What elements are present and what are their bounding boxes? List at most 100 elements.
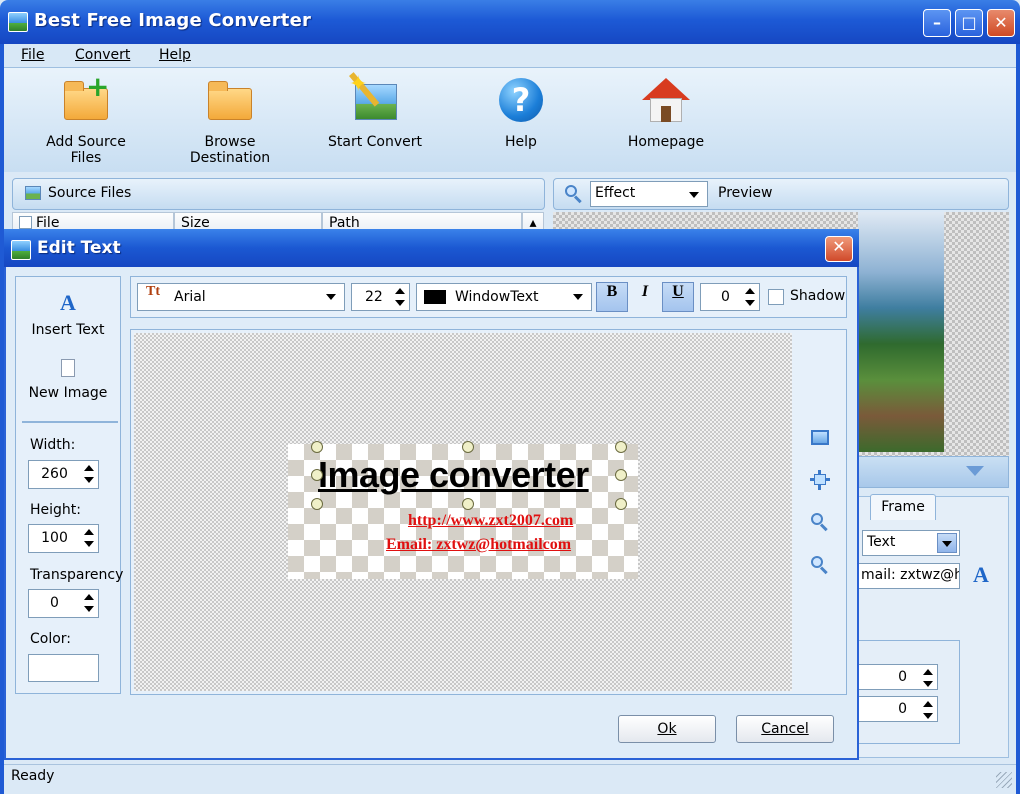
help-icon: ? [495, 74, 547, 126]
homepage-button[interactable]: Homepage [626, 74, 706, 150]
canvas-email-text[interactable]: Email: zxtwz@hotmailcom [386, 536, 571, 554]
chevron-down-icon [942, 541, 952, 547]
spin-field-1[interactable]: 0 [858, 664, 938, 690]
dialog-title: Edit Text [37, 238, 121, 258]
resize-handle[interactable] [615, 469, 627, 481]
spinner-arrows-icon[interactable] [84, 529, 94, 549]
close-icon[interactable]: ✕ [987, 9, 1015, 37]
menu-help[interactable]: Help [159, 47, 191, 63]
text-style-icon[interactable]: A [973, 562, 989, 588]
spinner-arrows-icon[interactable] [923, 669, 933, 689]
effect-select-value: Effect [595, 185, 636, 201]
font-size-spinner[interactable]: 22 [351, 283, 410, 311]
app-icon [8, 12, 28, 32]
spinner-arrows-icon[interactable] [84, 594, 94, 614]
insert-text-icon: A [60, 290, 76, 315]
resize-handle[interactable] [462, 498, 474, 510]
type-select[interactable]: Text [862, 530, 960, 556]
resize-handle[interactable] [311, 441, 323, 453]
font-select[interactable]: Tt Arial [137, 283, 345, 311]
image-icon [25, 186, 41, 200]
resize-handle[interactable] [311, 498, 323, 510]
spinner-arrows-icon[interactable] [923, 701, 933, 721]
preview-photo [858, 212, 944, 452]
ok-button[interactable]: Ok [618, 715, 716, 743]
width-spinner[interactable]: 260 [28, 460, 99, 489]
help-label: Help [505, 134, 537, 150]
text-color-select[interactable]: WindowText [416, 283, 592, 311]
home-icon [640, 74, 692, 126]
insert-text-label: Insert Text [31, 322, 105, 338]
color-label: Color: [30, 631, 72, 647]
height-spinner[interactable]: 100 [28, 524, 99, 553]
select-all-checkbox[interactable] [19, 216, 32, 229]
start-convert-label: Start Convert [327, 134, 422, 150]
status-bar [4, 764, 1016, 790]
help-button[interactable]: ? Help [494, 74, 548, 150]
triangle-down-icon[interactable] [966, 466, 984, 476]
homepage-label: Homepage [627, 134, 705, 150]
transparency-label: Transparency [30, 567, 124, 583]
shadow-offset-spinner[interactable]: 0 [700, 283, 760, 311]
spin-field-2[interactable]: 0 [858, 696, 938, 722]
cancel-label: Cancel [761, 721, 809, 737]
spin-field-2-value: 0 [898, 701, 907, 717]
window-frame-right [1016, 44, 1020, 794]
underline-button[interactable]: U [662, 282, 694, 312]
cancel-button[interactable]: Cancel [736, 715, 834, 743]
resize-handle[interactable] [615, 441, 627, 453]
window-title: Best Free Image Converter [34, 10, 312, 31]
spinner-arrows-icon[interactable] [84, 465, 94, 485]
height-label: Height: [30, 502, 81, 518]
resize-handle[interactable] [311, 469, 323, 481]
resize-handle[interactable] [462, 441, 474, 453]
zoom-in-icon[interactable] [809, 511, 831, 533]
insert-text-button[interactable]: A Insert Text [16, 290, 120, 338]
resize-grip-icon[interactable] [996, 772, 1012, 788]
italic-button[interactable]: I [629, 282, 661, 312]
new-image-button[interactable]: New Image [16, 359, 120, 401]
center-image-icon[interactable] [809, 469, 831, 491]
sidebar-divider [22, 421, 118, 423]
color-swatch [424, 290, 446, 304]
browse-destination-button[interactable]: Browse Destination [166, 74, 294, 166]
collapse-bar[interactable] [858, 456, 1009, 488]
resize-handle[interactable] [615, 498, 627, 510]
fit-image-icon[interactable] [809, 427, 831, 449]
bold-button[interactable]: B [596, 282, 628, 312]
shadow-checkbox[interactable] [768, 289, 784, 305]
spinner-arrows-icon[interactable] [745, 288, 755, 308]
properties-group [858, 640, 960, 744]
chevron-down-icon [326, 294, 336, 300]
text-field[interactable]: mail: zxtwz@ho [858, 563, 960, 589]
menu-file[interactable]: File [21, 47, 44, 63]
height-value: 100 [41, 530, 68, 546]
color-picker[interactable] [28, 654, 99, 682]
minimize-icon[interactable]: – [923, 9, 951, 37]
font-size-value: 22 [365, 289, 383, 305]
shadow-offset-value: 0 [721, 289, 730, 305]
tab-frame[interactable]: Frame [870, 494, 936, 520]
preview-title: Preview [718, 185, 773, 201]
dialog-close-icon[interactable]: ✕ [825, 236, 853, 262]
effect-select[interactable]: Effect [590, 181, 708, 207]
menu-convert[interactable]: Convert [75, 47, 130, 63]
new-page-icon [61, 359, 75, 377]
new-image-label: New Image [28, 385, 108, 401]
magic-wand-icon: ✦ [349, 72, 401, 126]
spinner-arrows-icon[interactable] [395, 288, 405, 308]
chevron-down-icon [689, 192, 699, 198]
canvas-url-text[interactable]: http://www.zxt2007.com [408, 512, 573, 530]
transparency-spinner[interactable]: 0 [28, 589, 99, 618]
dialog-icon [11, 240, 31, 260]
maximize-icon[interactable]: □ [955, 9, 983, 37]
dropdown-button[interactable] [937, 533, 957, 553]
zoom-out-icon[interactable] [809, 554, 831, 576]
status-text: Ready [11, 768, 55, 784]
width-label: Width: [30, 437, 76, 453]
add-source-files-button[interactable]: + Add Source Files [30, 73, 142, 167]
start-convert-button[interactable]: ✦ Start Convert [326, 72, 424, 150]
shadow-label: Shadow [790, 288, 846, 304]
canvas-main-text[interactable]: Image converter [318, 454, 589, 496]
dialog-title-bar [4, 229, 859, 267]
